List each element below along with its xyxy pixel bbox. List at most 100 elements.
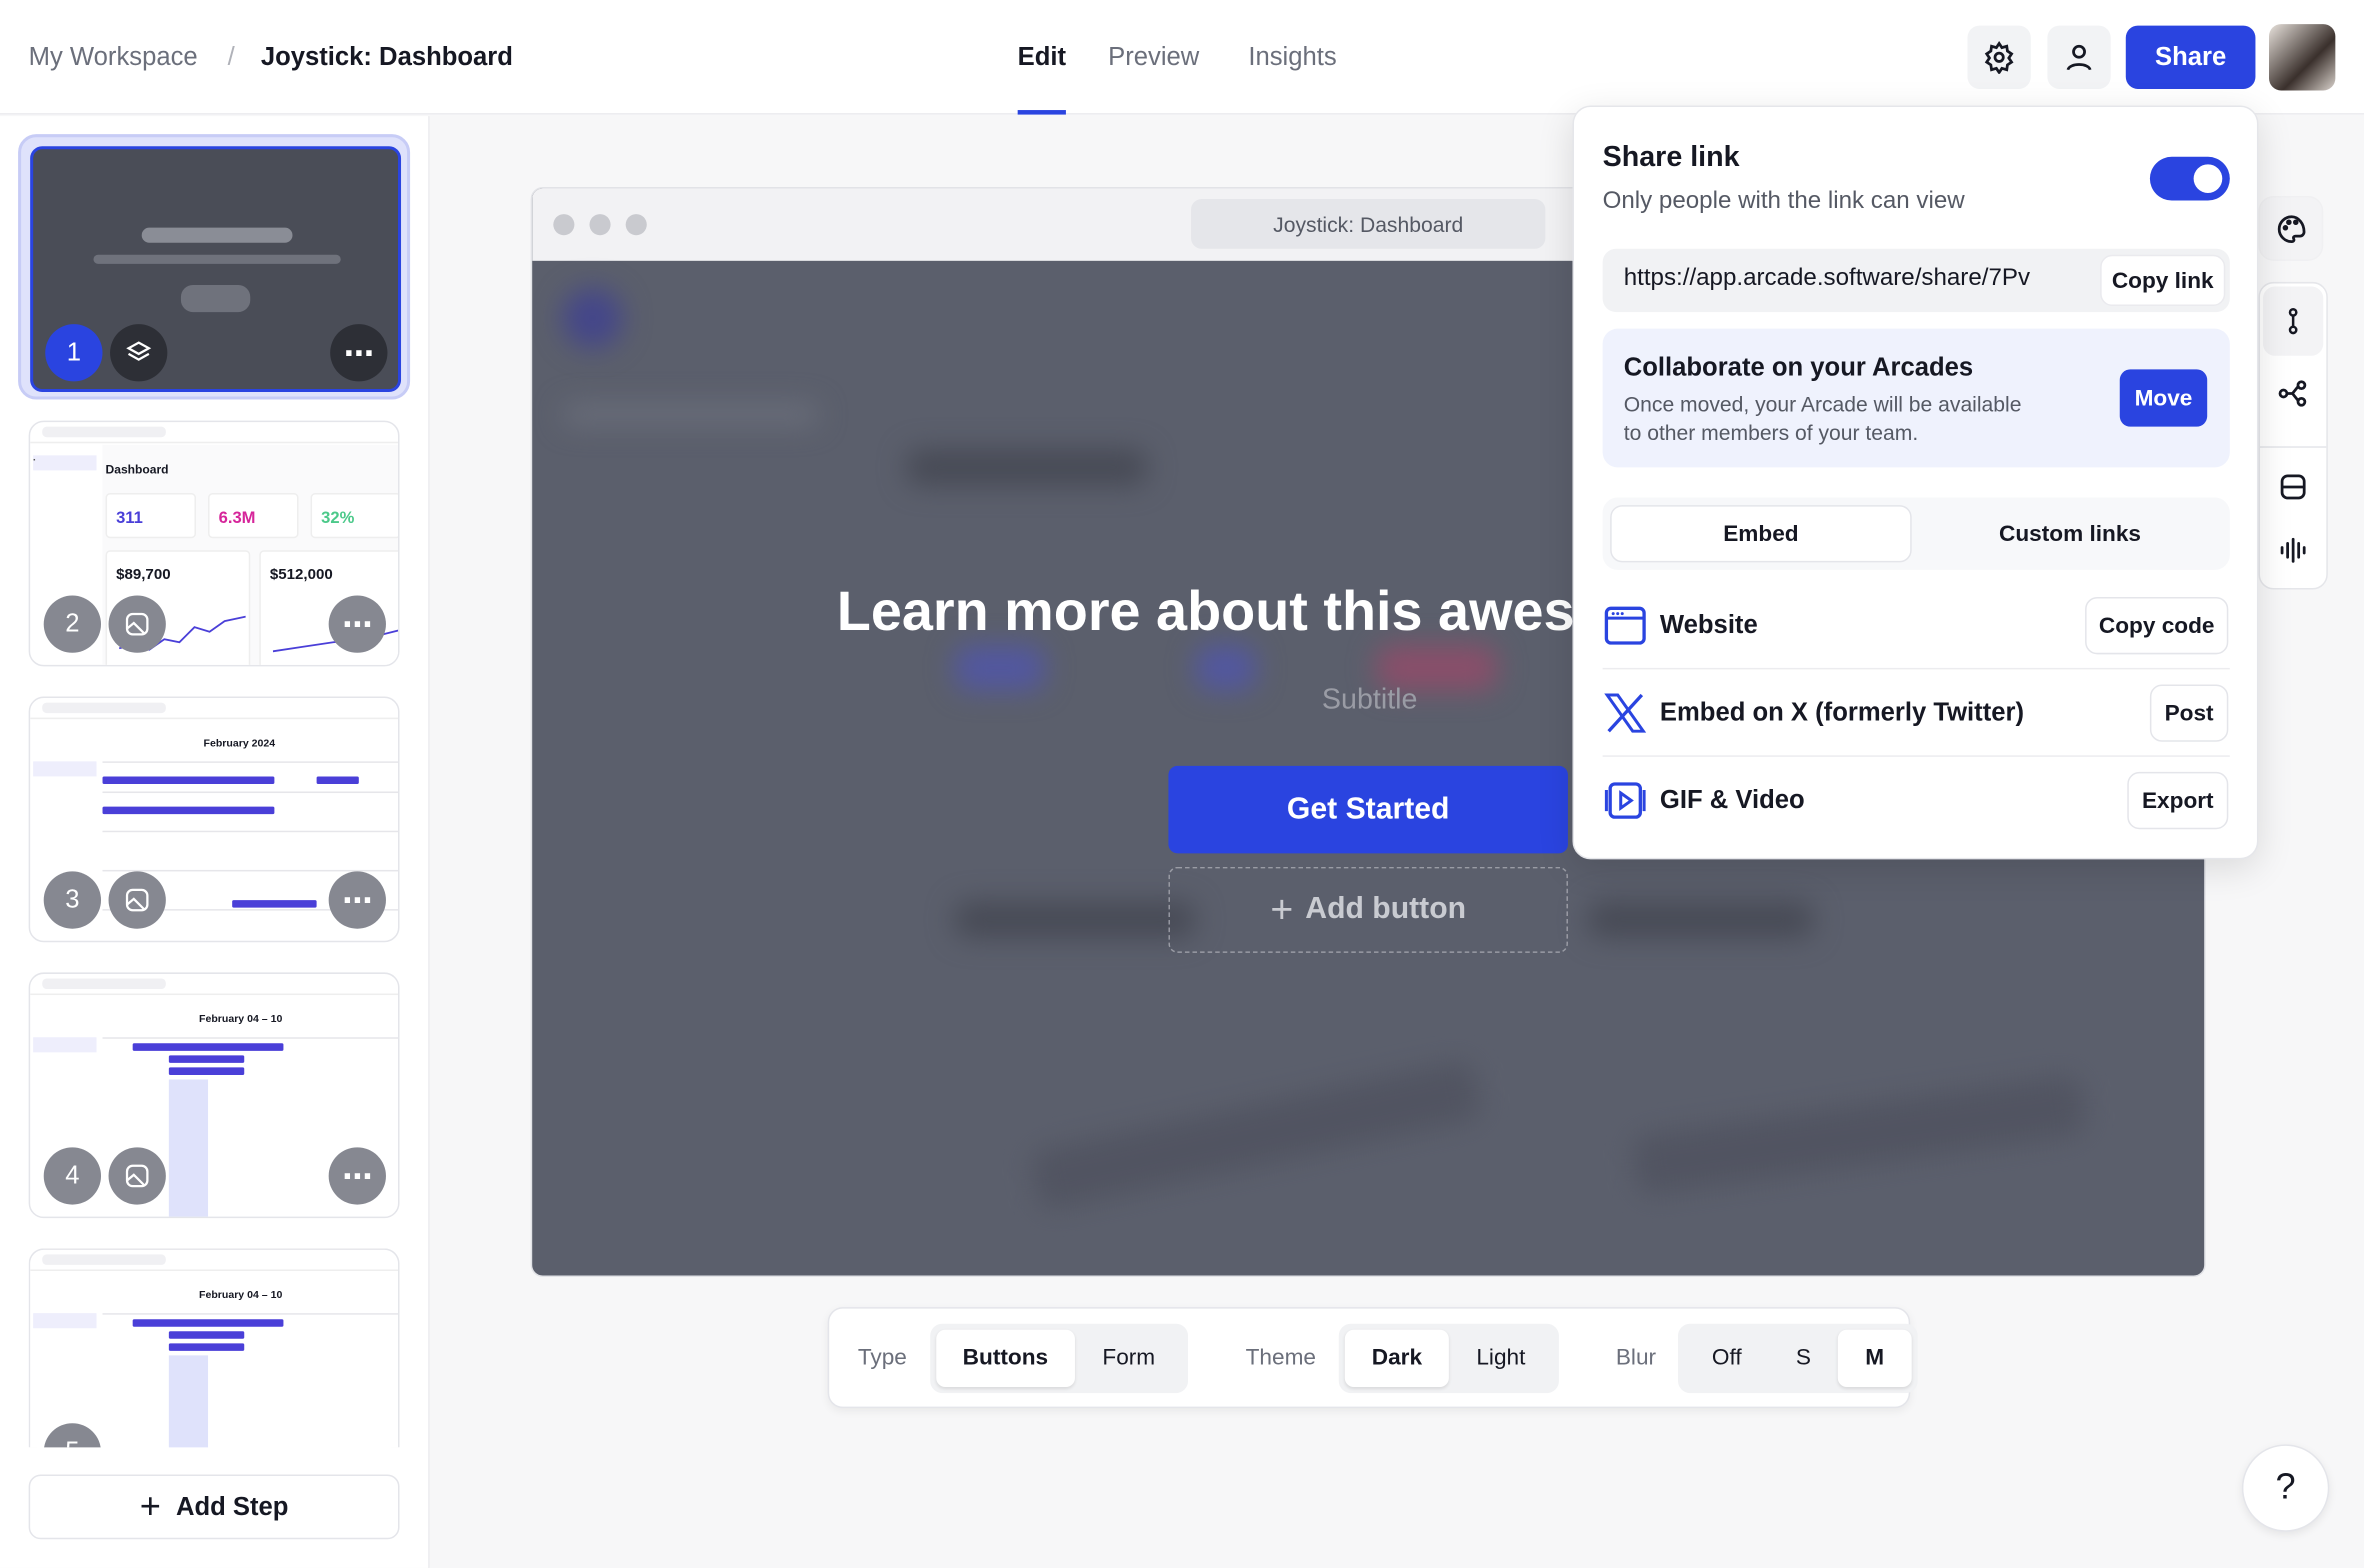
add-step-button[interactable]: + Add Step: [28, 1474, 400, 1540]
share-nodes-icon: [2278, 380, 2307, 407]
breadcrumb-separator: /: [227, 42, 235, 71]
type-option-buttons[interactable]: Buttons: [935, 1328, 1076, 1387]
collaborate-text: Once moved, your Arcade will be availabl…: [1623, 391, 2022, 417]
step-number: 1: [45, 324, 103, 382]
collaborate-title: Collaborate on your Arcades: [1623, 352, 1974, 382]
audio-waveform-icon: [2280, 537, 2306, 563]
add-button[interactable]: + Add button: [1168, 866, 1568, 953]
help-button[interactable]: ?: [2241, 1444, 2330, 1532]
type-segmented-control: Buttons Form: [929, 1322, 1189, 1393]
export-button[interactable]: Export: [2127, 771, 2229, 830]
theme-option-dark[interactable]: Dark: [1344, 1328, 1450, 1387]
collaborate-card: Collaborate on your Arcades Once moved, …: [1602, 328, 2230, 468]
window-url-pill: Joystick: Dashboard: [1191, 199, 1546, 249]
plus-icon: +: [1270, 886, 1294, 932]
add-button-label: Add button: [1305, 892, 1467, 926]
right-tool-group: [2258, 281, 2328, 590]
account-button[interactable]: [2047, 25, 2111, 89]
thumb-stat: 32%: [321, 509, 355, 528]
step-more-menu[interactable]: ⋯: [328, 595, 386, 653]
theme-segmented-control: Dark Light: [1338, 1322, 1559, 1393]
path-icon: [2288, 307, 2298, 335]
layout-button[interactable]: [2263, 452, 2323, 521]
x-option-label: Embed on X (formerly Twitter): [1659, 698, 2025, 727]
video-icon: [1604, 782, 1646, 819]
step-number: 4: [43, 1147, 102, 1205]
layers-icon[interactable]: [110, 324, 168, 382]
blur-option-s[interactable]: S: [1769, 1329, 1838, 1386]
active-tab-indicator: [1017, 110, 1066, 115]
step-4-thumbnail[interactable]: February 04 – 10 4 ⋯: [28, 972, 400, 1219]
user-icon: [2066, 44, 2092, 71]
get-started-button[interactable]: Get Started: [1168, 765, 1568, 854]
thumb-stat: 311: [116, 509, 143, 528]
window-icon: [2280, 474, 2306, 500]
tab-embed[interactable]: Embed: [1610, 505, 1912, 563]
step-number: 2: [43, 595, 102, 653]
thumb-title: February 04 – 10: [199, 1014, 283, 1026]
share-link-toggle[interactable]: [2149, 156, 2230, 201]
step-3-thumbnail[interactable]: February 2024 3 ⋯: [28, 696, 400, 943]
share-popover: Share link Only people with the link can…: [1572, 105, 2259, 860]
path-button[interactable]: [2262, 286, 2324, 356]
theme-label: Theme: [1245, 1344, 1316, 1371]
step-2-thumbnail[interactable]: ▪ Dashboard 311 6.3M 32% $89,700 $512,00…: [28, 420, 400, 667]
post-button[interactable]: Post: [2149, 684, 2229, 742]
settings-button[interactable]: [1967, 25, 2031, 89]
thumb-title: February 04 – 10: [199, 1290, 283, 1302]
avatar[interactable]: [2269, 24, 2336, 91]
blur-option-off[interactable]: Off: [1685, 1329, 1769, 1386]
gif-video-option-label: GIF & Video: [1659, 785, 1805, 815]
collaborate-text: to other members of your team.: [1623, 420, 1919, 445]
plus-icon: +: [139, 1485, 161, 1527]
step-number: 3: [43, 871, 102, 929]
blur-option-m[interactable]: M: [1838, 1328, 1912, 1387]
share-url[interactable]: https://app.arcade.software/share/7Pv: [1624, 265, 2103, 292]
tab-custom-links[interactable]: Custom links: [1916, 505, 2224, 562]
step-more-menu[interactable]: ⋯: [330, 324, 388, 382]
type-option-form[interactable]: Form: [1075, 1329, 1182, 1386]
thumb-stat: 6.3M: [218, 509, 256, 528]
image-icon[interactable]: [108, 1147, 166, 1205]
window-dot: [589, 214, 611, 236]
blur-label: Blur: [1615, 1344, 1657, 1371]
divider: [1602, 755, 2230, 757]
thumb-title: Dashboard: [105, 462, 169, 477]
breadcrumb-project[interactable]: Joystick: Dashboard: [261, 42, 513, 72]
step-more-menu[interactable]: ⋯: [328, 871, 386, 929]
step-1-thumbnail[interactable]: 1 ⋯: [18, 134, 411, 400]
type-label: Type: [857, 1344, 907, 1371]
tab-insights[interactable]: Insights: [1248, 42, 1336, 72]
step-more-menu[interactable]: ⋯: [328, 1147, 386, 1205]
blur-segmented-control: Off S M: [1678, 1322, 1918, 1393]
x-logo-icon: [1604, 693, 1647, 733]
image-icon[interactable]: [108, 595, 166, 653]
browser-window-icon: [1604, 606, 1646, 645]
share-link-title: Share link: [1602, 141, 1740, 174]
palette-icon: [2277, 214, 2305, 243]
audio-button[interactable]: [2263, 516, 2323, 585]
share-button[interactable]: Share: [2125, 25, 2256, 89]
steps-sidebar: 1 ⋯ ▪ Dashboard 311 6.3M 32% $89,700 $51…: [0, 116, 430, 1568]
divider: [2259, 446, 2327, 448]
hotspot-heading[interactable]: Learn more about this awes: [837, 580, 1575, 643]
theme-option-light[interactable]: Light: [1449, 1329, 1552, 1386]
thumb-revenue: $512,000: [269, 566, 333, 584]
divider: [1602, 667, 2230, 670]
share-url-field[interactable]: https://app.arcade.software/share/7Pv Co…: [1602, 248, 2230, 313]
copy-link-button[interactable]: Copy link: [2100, 254, 2226, 307]
copy-code-button[interactable]: Copy code: [2085, 597, 2229, 655]
window-dot: [625, 214, 647, 236]
move-button[interactable]: Move: [2119, 369, 2208, 427]
step-5-thumbnail[interactable]: February 04 – 10 5: [28, 1248, 400, 1448]
thumb-title: February 2024: [203, 738, 276, 750]
share-tabs: Embed Custom links: [1602, 497, 2230, 570]
thumb-revenue: $89,700: [116, 566, 171, 584]
branching-button[interactable]: [2263, 359, 2323, 428]
image-icon[interactable]: [108, 871, 166, 929]
breadcrumb-workspace[interactable]: My Workspace: [29, 42, 198, 72]
theme-palette-button[interactable]: [2258, 195, 2324, 261]
tab-preview[interactable]: Preview: [1108, 42, 1199, 72]
tab-edit[interactable]: Edit: [1018, 42, 1066, 72]
add-step-label: Add Step: [175, 1491, 289, 1521]
